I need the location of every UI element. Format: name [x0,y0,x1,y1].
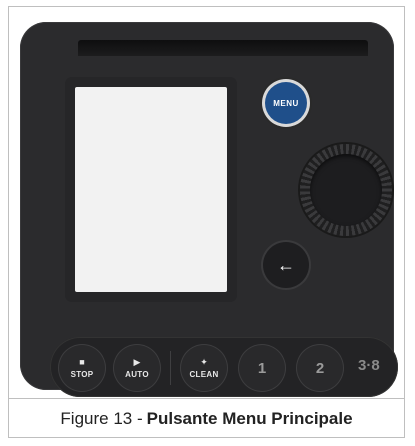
bottom-button-row: ■ STOP ▶ AUTO ✦ CLEAN 1 2 3·8 [50,337,398,397]
clean-button[interactable]: ✦ CLEAN [180,344,228,392]
menu-button-label: MENU [273,98,299,108]
top-strip [78,40,368,56]
stop-icon: ■ [79,357,85,367]
preset-1-label: 1 [257,359,267,377]
preset-range-label: 3·8 [358,357,380,374]
knob-center [310,154,382,226]
auto-label: AUTO [125,370,149,379]
sparkle-icon: ✦ [200,357,208,367]
caption-prefix: Figure 13 - [60,408,143,428]
display-screen [75,87,227,292]
caption-title: Pulsante Menu Principale [146,408,353,428]
divider [170,351,171,385]
play-icon: ▶ [133,357,141,367]
preset-2-button[interactable]: 2 [296,344,344,392]
figure-caption: Figure 13 - Pulsante Menu Principale [8,398,405,438]
control-panel: MENU ← ■ STOP ▶ AUTO ✦ CLEAN 1 2 3·8 [20,22,398,397]
back-button[interactable]: ← [263,242,309,288]
clean-label: CLEAN [189,370,219,379]
stop-button[interactable]: ■ STOP [58,344,106,392]
stop-label: STOP [70,370,94,379]
preset-2-label: 2 [315,359,325,377]
auto-button[interactable]: ▶ AUTO [113,344,161,392]
preset-1-button[interactable]: 1 [238,344,286,392]
menu-button[interactable]: MENU [265,82,307,124]
back-arrow-icon: ← [277,254,295,275]
rotary-knob[interactable] [300,144,392,236]
